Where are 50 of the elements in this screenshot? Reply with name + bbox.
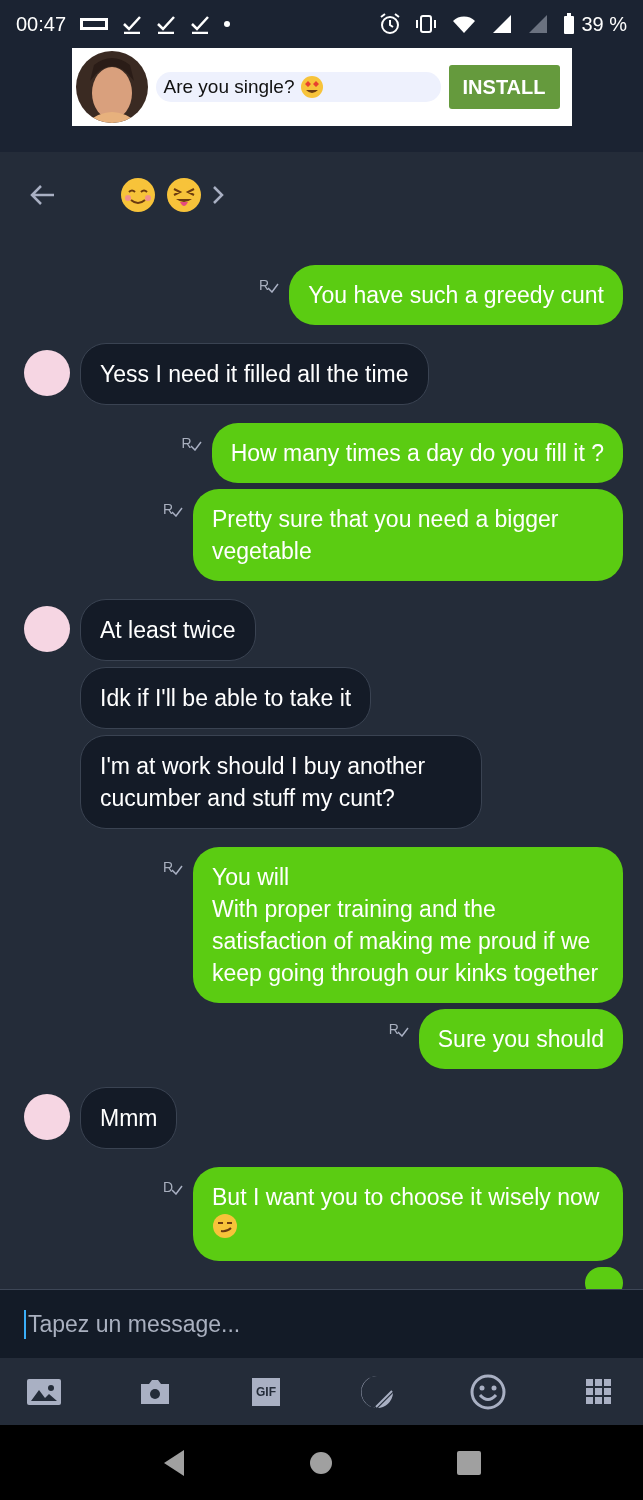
recents-nav-icon[interactable] xyxy=(457,1450,482,1475)
gif-button[interactable]: GIF xyxy=(252,1377,280,1406)
grid-icon xyxy=(586,1378,612,1405)
signal-icon xyxy=(527,13,550,35)
check-icon xyxy=(122,14,143,34)
chevron-right-icon[interactable] xyxy=(212,185,224,205)
received-message: At least twice xyxy=(80,599,256,661)
sent-message: Pretty sure that you need a bigger vegetable xyxy=(193,489,623,581)
install-button[interactable]: INSTALL xyxy=(448,65,560,109)
check-icon xyxy=(190,14,211,34)
vibrate-icon xyxy=(415,13,438,35)
clock-time: 00:47 xyxy=(16,12,67,36)
star-eyes-emoji-icon xyxy=(300,75,325,99)
ad-banner[interactable]: Are you single? INSTALL xyxy=(71,48,572,126)
sent-message: Sure you should xyxy=(418,1009,623,1069)
receipt-status: R xyxy=(162,859,183,875)
sticker-icon xyxy=(361,1375,393,1408)
smiling-emoji-icon xyxy=(120,177,156,213)
dot-icon xyxy=(224,21,231,27)
sent-message: You have such a greedy cunt xyxy=(289,265,623,325)
tongue-emoji-icon xyxy=(166,177,202,213)
receipt-status: D xyxy=(162,1179,183,1195)
message-input[interactable]: Tapez un message... xyxy=(24,1309,619,1339)
back-arrow-icon[interactable] xyxy=(28,183,56,207)
received-message: Idk if I'll be able to take it xyxy=(80,667,372,729)
sent-message: How many times a day do you fill it ? xyxy=(211,423,623,483)
contact-avatar[interactable] xyxy=(24,606,70,652)
received-message: Mmm xyxy=(80,1087,178,1149)
ad-text: Are you single? xyxy=(163,76,295,98)
receipt-status: R xyxy=(259,277,280,293)
home-nav-icon[interactable] xyxy=(309,1450,334,1475)
contact-avatar[interactable] xyxy=(24,1094,70,1140)
receipt-status: R xyxy=(162,501,183,517)
check-icon xyxy=(156,14,177,34)
receipt-status: R xyxy=(181,435,202,451)
battery-percentage: 39 % xyxy=(581,12,627,36)
smiley-icon xyxy=(470,1373,506,1410)
receipt-status: R xyxy=(388,1021,409,1037)
contact-avatar[interactable] xyxy=(24,350,70,396)
sent-message: You will With proper training and the satisfaction of making me proud if we keep going through our kinks together xyxy=(193,847,623,1003)
alarm-icon xyxy=(379,13,402,35)
message-field[interactable]: Tapez un message... xyxy=(0,1289,643,1358)
image-icon xyxy=(27,1378,61,1405)
signal-icon xyxy=(491,13,514,35)
battery-icon xyxy=(563,13,576,35)
received-message: I'm at work should I buy another cucumber and stuff my cunt? xyxy=(80,735,482,829)
notification-logo-icon xyxy=(80,18,109,30)
received-message: Yess I need it filled all the time xyxy=(80,343,429,405)
camera-icon xyxy=(139,1377,171,1406)
sent-message: But I want you to choose it wisely now xyxy=(193,1167,623,1261)
